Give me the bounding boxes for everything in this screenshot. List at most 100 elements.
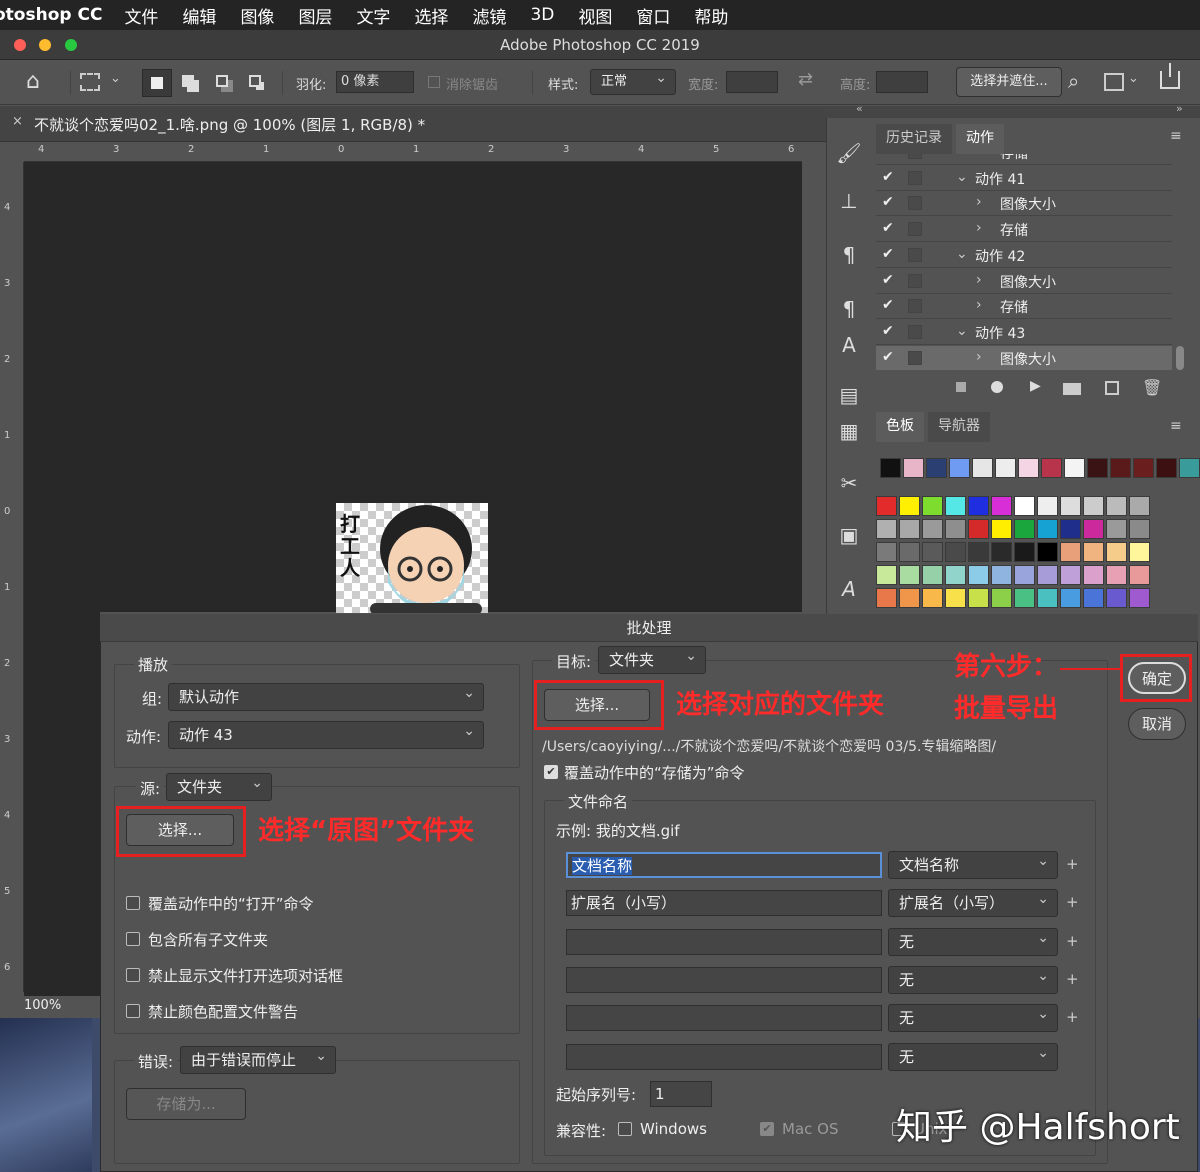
- naming-select[interactable]: 文档名称: [888, 848, 1058, 879]
- chevron-right-icon[interactable]: ›: [976, 297, 982, 313]
- intersect-selection-icon[interactable]: [249, 75, 261, 87]
- dialog-toggle-box[interactable]: [908, 222, 922, 237]
- subtract-selection-icon[interactable]: [216, 75, 228, 87]
- add-field-icon[interactable]: +: [1066, 970, 1079, 988]
- new-selection-button[interactable]: [142, 69, 172, 97]
- naming-text-field[interactable]: 文档名称: [566, 852, 882, 878]
- folder-icon[interactable]: [1063, 383, 1081, 395]
- record-icon[interactable]: [991, 381, 1003, 393]
- swatch[interactable]: [1106, 588, 1127, 608]
- action-row[interactable]: ✔ › 图像大小: [876, 191, 1172, 217]
- menu-window[interactable]: 窗口: [636, 3, 670, 28]
- dialog-toggle-box[interactable]: [908, 273, 922, 288]
- stop-icon[interactable]: [956, 382, 966, 392]
- naming-select[interactable]: 无: [888, 925, 1058, 956]
- width-input[interactable]: [726, 71, 778, 93]
- check-icon[interactable]: ✔: [882, 297, 894, 313]
- compat-windows-checkbox[interactable]: [618, 1122, 632, 1136]
- chevron-right-icon[interactable]: ›: [976, 154, 982, 159]
- naming-select[interactable]: 扩展名（小写）: [888, 886, 1058, 918]
- swatch[interactable]: [995, 458, 1016, 478]
- swatch[interactable]: [1041, 458, 1062, 478]
- swatch[interactable]: [876, 496, 897, 516]
- menu-select[interactable]: 选择: [414, 3, 448, 28]
- menu-layer[interactable]: 图层: [298, 3, 332, 28]
- home-icon[interactable]: ⌂: [26, 69, 40, 94]
- swatch[interactable]: [899, 565, 920, 585]
- swatch[interactable]: [1037, 496, 1058, 516]
- swatch[interactable]: [876, 542, 897, 562]
- source-select[interactable]: 文件夹: [166, 770, 272, 801]
- scrollbar-thumb[interactable]: [1176, 346, 1184, 370]
- swatch[interactable]: [876, 519, 897, 539]
- new-action-icon[interactable]: [1105, 381, 1119, 395]
- add-field-icon[interactable]: +: [1066, 855, 1079, 873]
- dialog-toggle-box[interactable]: [908, 247, 922, 262]
- zoom-level[interactable]: 100%: [24, 998, 61, 1013]
- destination-select[interactable]: 文件夹: [598, 643, 706, 674]
- swatch[interactable]: [1083, 496, 1104, 516]
- swatch[interactable]: [991, 519, 1012, 539]
- swatch[interactable]: [899, 519, 920, 539]
- menu-image[interactable]: 图像: [240, 3, 274, 28]
- swatch[interactable]: [991, 588, 1012, 608]
- swatch[interactable]: [1083, 588, 1104, 608]
- properties-icon[interactable]: ▤: [834, 380, 864, 410]
- naming-text-field[interactable]: [566, 1005, 882, 1032]
- paragraph-icon[interactable]: ¶: [834, 240, 864, 270]
- swatch[interactable]: [1014, 496, 1035, 516]
- swatch[interactable]: [876, 588, 897, 608]
- swatch[interactable]: [945, 519, 966, 539]
- swatch[interactable]: [1037, 588, 1058, 608]
- swatch[interactable]: [876, 565, 897, 585]
- antialias-checkbox[interactable]: [428, 76, 440, 88]
- swatch[interactable]: [1083, 542, 1104, 562]
- chevron-right-icon[interactable]: ›: [976, 220, 982, 236]
- chevron-down-icon[interactable]: ⌄: [956, 169, 968, 185]
- swatch[interactable]: [968, 565, 989, 585]
- naming-select[interactable]: 无: [888, 1040, 1058, 1071]
- swatch[interactable]: [1129, 542, 1150, 562]
- action-row[interactable]: ✔ ⌄ 动作 43: [876, 320, 1172, 345]
- swatch[interactable]: [1014, 565, 1035, 585]
- swatch[interactable]: [1129, 496, 1150, 516]
- swatch[interactable]: [1106, 542, 1127, 562]
- swatch[interactable]: [949, 458, 970, 478]
- swatch[interactable]: [945, 565, 966, 585]
- swatch[interactable]: [1064, 458, 1085, 478]
- swatch[interactable]: [922, 496, 943, 516]
- action-row[interactable]: ✔ › 存储: [876, 294, 1172, 320]
- swatch[interactable]: [880, 458, 901, 478]
- swatch[interactable]: [1156, 458, 1177, 478]
- swatch[interactable]: [1129, 588, 1150, 608]
- chevron-right-icon[interactable]: ›: [976, 194, 982, 210]
- menu-3d[interactable]: 3D: [530, 5, 554, 25]
- glyphs-icon[interactable]: A: [834, 574, 864, 604]
- swatch[interactable]: [972, 458, 993, 478]
- swatch[interactable]: [1014, 519, 1035, 539]
- check-icon[interactable]: ✔: [882, 349, 894, 365]
- swatch[interactable]: [922, 519, 943, 539]
- play-icon[interactable]: ▶: [1030, 378, 1041, 394]
- swatch[interactable]: [991, 496, 1012, 516]
- add-selection-icon[interactable]: [182, 75, 194, 87]
- action-row[interactable]: ✔ › 存储: [876, 217, 1172, 243]
- style-select[interactable]: 正常: [590, 66, 676, 95]
- action-row[interactable]: ✔ › 图像大小: [876, 269, 1172, 294]
- swatch[interactable]: [1060, 496, 1081, 516]
- dialog-toggle-box[interactable]: [908, 299, 922, 314]
- compat-mac-checkbox[interactable]: ✔: [760, 1122, 774, 1136]
- action-row[interactable]: ✔ › 存储: [876, 154, 1172, 165]
- swatch[interactable]: [926, 458, 947, 478]
- naming-select[interactable]: 无: [888, 1001, 1058, 1033]
- swatch[interactable]: [903, 458, 924, 478]
- swatch[interactable]: [968, 496, 989, 516]
- chevron-right-icon[interactable]: ›: [976, 349, 982, 365]
- swatch[interactable]: [922, 565, 943, 585]
- add-field-icon[interactable]: +: [1066, 893, 1079, 911]
- swatch[interactable]: [1106, 519, 1127, 539]
- swatch[interactable]: [968, 542, 989, 562]
- check-icon[interactable]: ✔: [882, 169, 894, 185]
- swatch[interactable]: [968, 588, 989, 608]
- chevron-right-icon[interactable]: ›: [976, 272, 982, 288]
